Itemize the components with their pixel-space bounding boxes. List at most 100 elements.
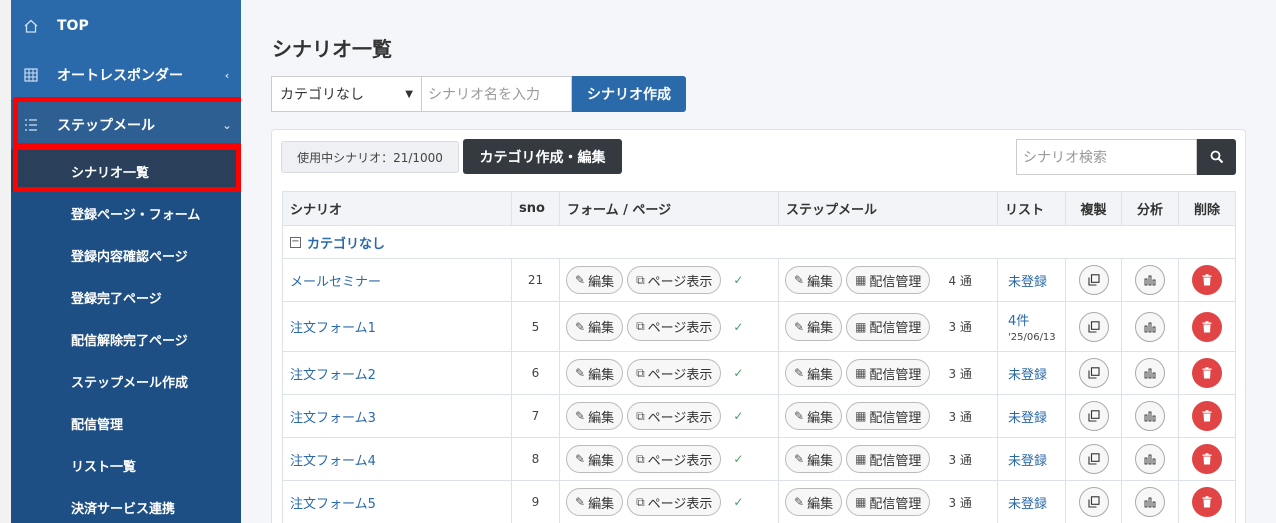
- sidebar-subitem-complete-page[interactable]: 登録完了ページ: [11, 276, 241, 318]
- calendar-icon: ▦: [855, 409, 867, 423]
- page-view-button[interactable]: ⧉ ページ表示: [627, 445, 722, 473]
- delivery-manage-button[interactable]: ▦ 配信管理: [846, 445, 931, 473]
- scenario-name-link[interactable]: 注文フォーム3: [283, 407, 376, 426]
- edit-form-button[interactable]: ✎ 編集: [566, 359, 624, 387]
- highlight-box-scenario-list: [13, 145, 241, 192]
- edit-form-button[interactable]: ✎ 編集: [566, 402, 624, 430]
- scenario-search-input[interactable]: シナリオ検索: [1016, 139, 1197, 175]
- chevron-down-icon: ▼: [405, 88, 413, 100]
- edit-form-button[interactable]: ✎ 編集: [566, 488, 624, 516]
- sidebar-subitem-delivery[interactable]: 配信管理: [11, 402, 241, 444]
- sidebar-subitem-payment[interactable]: 決済サービス連携: [11, 486, 241, 523]
- category-select[interactable]: カテゴリなし ▼: [271, 76, 422, 112]
- scenario-name-link[interactable]: 注文フォーム2: [283, 364, 376, 383]
- copy-icon: [1087, 453, 1100, 465]
- category-group-row[interactable]: − カテゴリなし: [282, 226, 1236, 258]
- search-icon: [1210, 150, 1223, 164]
- calendar-icon: ▦: [855, 452, 867, 466]
- scenario-name-link[interactable]: メールセミナー: [283, 271, 381, 290]
- duplicate-button[interactable]: [1078, 358, 1109, 388]
- sidebar-item-autoresponder[interactable]: オートレスポンダー ‹: [11, 51, 241, 99]
- th-delete: 削除: [1178, 192, 1235, 225]
- list-link[interactable]: 未登録: [1008, 271, 1047, 290]
- delivery-manage-button[interactable]: ▦ 配信管理: [846, 312, 931, 341]
- edit-stepmail-button[interactable]: ✎ 編集: [785, 312, 843, 341]
- pencil-icon: ✎: [794, 452, 805, 466]
- analysis-button[interactable]: [1135, 265, 1165, 295]
- edit-form-button[interactable]: ✎ 編集: [566, 266, 624, 294]
- page-view-button[interactable]: ⧉ ページ表示: [627, 488, 722, 516]
- analysis-button[interactable]: [1135, 444, 1165, 474]
- duplicate-button[interactable]: [1078, 487, 1109, 517]
- copy-icon: [1087, 367, 1100, 379]
- delivery-manage-button[interactable]: ▦ 配信管理: [846, 488, 931, 516]
- list-link[interactable]: 未登録: [1008, 407, 1047, 426]
- table-row: 注文フォーム4 8 ✎ 編集 ⧉ ページ表示 ✓ ✎ 編集 ▦ 配信管理 3 通…: [282, 437, 1236, 480]
- list-link[interactable]: 未登録: [1008, 450, 1047, 469]
- table-row: 注文フォーム2 6 ✎ 編集 ⧉ ページ表示 ✓ ✎ 編集 ▦ 配信管理 3 通…: [282, 351, 1236, 394]
- sidebar-item-top[interactable]: TOP: [11, 2, 241, 50]
- check-icon: ✓: [733, 495, 744, 509]
- duplicate-button[interactable]: [1078, 265, 1109, 295]
- analysis-button[interactable]: [1135, 311, 1165, 342]
- edit-stepmail-button[interactable]: ✎ 編集: [785, 445, 843, 473]
- delete-button[interactable]: [1192, 487, 1222, 517]
- delete-button[interactable]: [1192, 444, 1222, 474]
- edit-stepmail-button[interactable]: ✎ 編集: [785, 402, 843, 430]
- edit-stepmail-button[interactable]: ✎ 編集: [785, 359, 843, 387]
- scenario-name-input[interactable]: シナリオ名を入力: [422, 76, 572, 112]
- trash-icon: [1202, 410, 1212, 422]
- analysis-button[interactable]: [1135, 401, 1165, 431]
- sidebar-subitem-stepmail-create[interactable]: ステップメール作成: [11, 360, 241, 402]
- page-view-button[interactable]: ⧉ ページ表示: [627, 266, 722, 294]
- delete-button[interactable]: [1192, 358, 1222, 388]
- list-link[interactable]: 未登録: [1008, 493, 1047, 512]
- sidebar-subitem-unsubscribe-page[interactable]: 配信解除完了ページ: [11, 318, 241, 360]
- page-view-button[interactable]: ⧉ ページ表示: [627, 402, 722, 430]
- th-analysis: 分析: [1121, 192, 1178, 225]
- copy-icon: [1087, 274, 1100, 286]
- edit-form-button[interactable]: ✎ 編集: [566, 312, 624, 341]
- duplicate-button[interactable]: [1078, 401, 1109, 431]
- duplicate-button[interactable]: [1078, 311, 1109, 342]
- delivery-manage-button[interactable]: ▦ 配信管理: [846, 266, 931, 294]
- category-edit-button[interactable]: カテゴリ作成・編集: [463, 139, 622, 174]
- edit-form-button[interactable]: ✎ 編集: [566, 445, 624, 473]
- bar-chart-icon: [1144, 368, 1156, 379]
- edit-stepmail-button[interactable]: ✎ 編集: [785, 266, 843, 294]
- delete-button[interactable]: [1192, 265, 1222, 295]
- page-view-button[interactable]: ⧉ ページ表示: [627, 312, 722, 341]
- table-row: 注文フォーム5 9 ✎ 編集 ⧉ ページ表示 ✓ ✎ 編集 ▦ 配信管理 3 通…: [282, 480, 1236, 523]
- create-scenario-button[interactable]: シナリオ作成: [572, 76, 686, 112]
- list-link[interactable]: 未登録: [1008, 364, 1047, 383]
- mail-count: 3 通: [948, 495, 972, 510]
- highlight-box-stepmail: [13, 97, 248, 148]
- analysis-button[interactable]: [1135, 358, 1165, 388]
- edit-stepmail-button[interactable]: ✎ 編集: [785, 488, 843, 516]
- collapse-toggle-icon[interactable]: −: [290, 236, 301, 248]
- sidebar-subitem-registration-page[interactable]: 登録ページ・フォーム: [11, 192, 241, 234]
- bar-chart-icon: [1144, 497, 1156, 508]
- sidebar-subitem-confirm-page[interactable]: 登録内容確認ページ: [11, 234, 241, 276]
- trash-icon: [1202, 453, 1212, 465]
- page-view-button[interactable]: ⧉ ページ表示: [627, 359, 722, 387]
- table-row: 注文フォーム3 7 ✎ 編集 ⧉ ページ表示 ✓ ✎ 編集 ▦ 配信管理 3 通…: [282, 394, 1236, 437]
- scenario-name-link[interactable]: 注文フォーム5: [283, 493, 376, 512]
- scenario-name-link[interactable]: 注文フォーム1: [283, 317, 376, 336]
- delivery-manage-button[interactable]: ▦ 配信管理: [846, 402, 931, 430]
- sidebar-item-label: TOP: [57, 18, 89, 34]
- duplicate-button[interactable]: [1078, 444, 1109, 474]
- search-button[interactable]: [1197, 139, 1236, 175]
- delete-button[interactable]: [1192, 311, 1222, 342]
- scenario-name-link[interactable]: 注文フォーム4: [283, 450, 376, 469]
- analysis-button[interactable]: [1135, 487, 1165, 517]
- delivery-manage-button[interactable]: ▦ 配信管理: [846, 359, 931, 387]
- th-scenario: シナリオ: [290, 203, 343, 218]
- usage-badge: 使用中シナリオ：21/1000: [281, 141, 459, 173]
- delete-button[interactable]: [1192, 401, 1222, 431]
- grid-icon: [11, 67, 51, 83]
- mail-count: 3 通: [948, 409, 972, 424]
- sidebar-subitem-list[interactable]: リスト一覧: [11, 444, 241, 486]
- list-link[interactable]: 4件: [1008, 310, 1029, 329]
- check-icon: ✓: [733, 409, 744, 423]
